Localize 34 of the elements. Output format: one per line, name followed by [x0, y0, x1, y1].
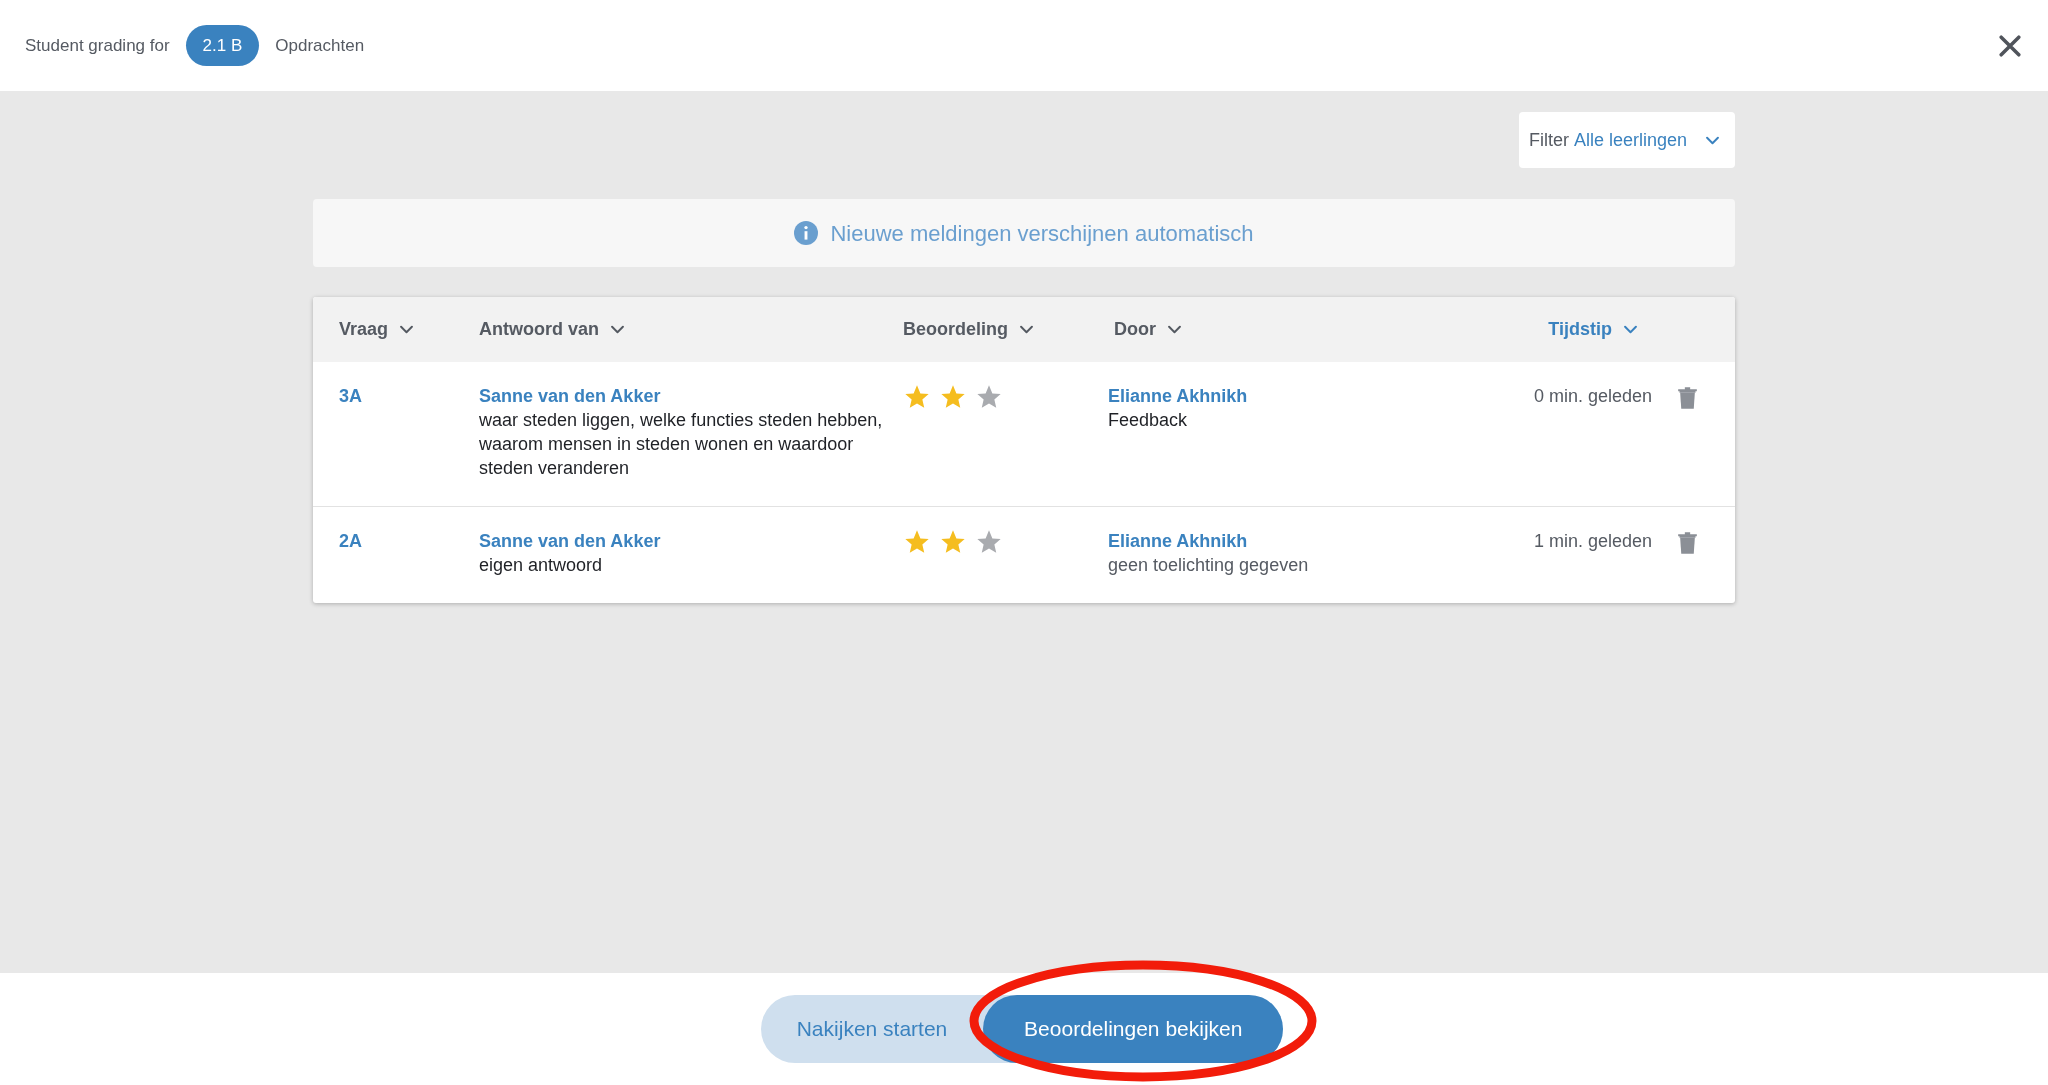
answer-text: eigen antwoord [479, 554, 604, 577]
filter-dropdown[interactable]: Filter Alle leerlingen [1518, 112, 1735, 168]
column-header[interactable]: Vraag [339, 316, 414, 343]
chevron-down-icon [1168, 325, 1181, 334]
info-banner: Nieuwe meldingen verschijnen automatisch [313, 199, 1735, 267]
grader-link[interactable]: Elianne Akhnikh [1108, 384, 1248, 408]
footer-button[interactable]: Beoordelingen bekijken [983, 995, 1284, 1063]
trash-icon[interactable] [1678, 386, 1697, 410]
chevron-down-icon [1020, 325, 1033, 334]
column-header[interactable]: Tijdstip [1548, 316, 1637, 343]
question-link[interactable]: 2A [339, 529, 479, 553]
time-text: 0 min. geleden [1533, 385, 1653, 408]
question-link[interactable]: 3A [339, 384, 479, 408]
student-link[interactable]: Sanne van den Akker [479, 384, 661, 408]
chevron-down-icon [1706, 135, 1719, 145]
answer-text: waar steden liggen, welke functies steden hebben, waarom mensen in steden wonen en waardoor steden veranderen [479, 409, 884, 480]
close-icon [1999, 34, 2021, 57]
comment-text: Feedback [1108, 409, 1188, 432]
column-header[interactable]: Beoordeling [903, 316, 1033, 343]
student-link[interactable]: Sanne van den Akker [479, 529, 661, 553]
time-text: 1 min. geleden [1533, 530, 1653, 553]
footer-button[interactable]: Nakijken starten [760, 995, 984, 1063]
chevron-down-icon [400, 325, 414, 334]
class-badge: 2.1 B [185, 24, 260, 67]
comment-text: geen toelichting gegeven [1108, 554, 1309, 577]
chevron-down-icon [1624, 325, 1637, 334]
header-title: Student grading for [25, 34, 170, 57]
section-title: Opdrachten [275, 34, 365, 57]
column-header[interactable]: Door [1114, 316, 1181, 343]
grader-link[interactable]: Elianne Akhnikh [1108, 529, 1248, 553]
info-icon [794, 221, 819, 245]
chevron-down-icon [611, 325, 624, 334]
trash-icon[interactable] [1678, 531, 1697, 555]
column-header[interactable]: Antwoord van [479, 316, 624, 343]
